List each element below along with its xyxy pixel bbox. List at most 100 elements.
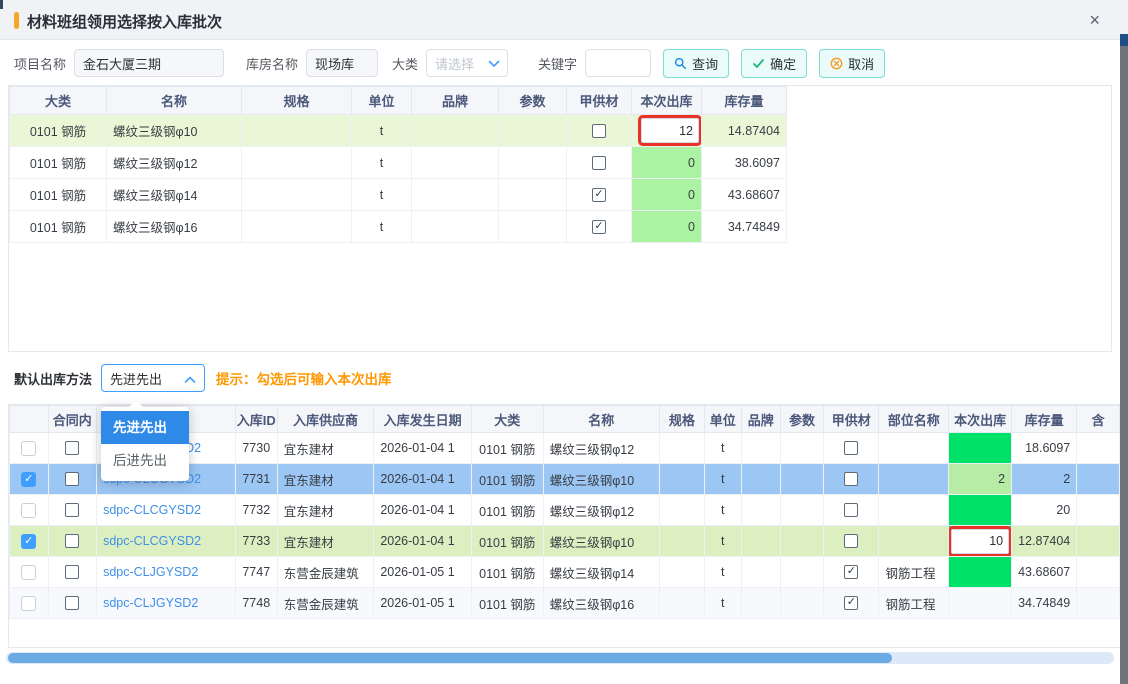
cell-id: 7747 [235,557,277,588]
checkbox-unchecked-icon[interactable] [65,596,79,610]
cell-stock: 2 [1012,464,1077,495]
doc-number-link[interactable]: sdpc-CLCGYSD2 [103,503,201,517]
cell-date: 2026-01-04 1 [374,433,472,464]
checkbox-unchecked-icon[interactable] [65,503,79,517]
column-header: 甲供材 [824,406,879,433]
category-select[interactable]: 请选择 [426,49,508,77]
checkbox-unchecked-icon[interactable] [592,156,606,170]
column-header: 单位 [352,87,412,115]
row-checkbox[interactable] [21,441,36,456]
column-header: 入库ID [235,406,277,433]
cell-brand [741,464,780,495]
cell-supplier: 宜东建材 [277,433,374,464]
cell-spec [659,557,704,588]
cell-part: 钢筋工程 [879,557,949,588]
table-row: sdpc-CLJGYSD27747东营金辰建筑2026-01-05 10101 … [10,557,1120,588]
project-name-label: 项目名称 [14,54,66,73]
cell-stock: 12.87404 [1012,526,1077,557]
close-icon[interactable]: × [1089,10,1100,30]
row-checkbox-checked[interactable]: ✓ [21,472,36,487]
cell-contract [48,433,97,464]
checkbox-unchecked-icon[interactable] [844,503,858,517]
cell-category: 0101 钢筋 [471,526,543,557]
column-header: 入库供应商 [277,406,374,433]
cell-part [879,464,949,495]
cell-selected [10,433,49,464]
checkbox-unchecked-icon[interactable] [65,441,79,455]
category-label: 大类 [392,54,418,73]
scrollbar-thumb[interactable] [8,653,892,663]
confirm-button[interactable]: 确定 [741,49,807,78]
cell-qty [949,557,1012,588]
search-icon [674,57,687,70]
table-row: 0101 钢筋螺纹三级钢φ10t14.87404 [10,115,787,147]
cell-brand [741,588,780,619]
checkbox-unchecked-icon[interactable] [65,534,79,548]
default-method-label: 默认出库方法 [14,369,92,388]
cell-spec [242,179,352,211]
checkbox-unchecked-icon[interactable] [65,565,79,579]
cell-supplied: ✓ [567,179,632,211]
cell-param [780,464,823,495]
dropdown-option-lifo[interactable]: 后进先出 [101,444,189,477]
cell-brand [741,557,780,588]
doc-number-link[interactable]: sdpc-CLJGYSD2 [103,596,198,610]
row-checkbox[interactable] [21,503,36,518]
cell-id: 7732 [235,495,277,526]
column-header: 名称 [107,87,242,115]
window-edge-navy [1120,34,1128,46]
checkbox-checked-icon[interactable]: ✓ [592,220,606,234]
checkbox-unchecked-icon[interactable] [844,534,858,548]
cell-qty [949,588,1012,619]
cell-unit: t [352,147,412,179]
cell-brand [412,211,499,243]
checkbox-unchecked-icon[interactable] [65,472,79,486]
checkbox-unchecked-icon[interactable] [592,124,606,138]
table-row: 0101 钢筋螺纹三级钢φ16t✓034.74849 [10,211,787,243]
cell-category: 0101 钢筋 [10,179,107,211]
cell-supplied [824,495,879,526]
cell-name: 螺纹三级钢φ10 [543,464,659,495]
row-checkbox-checked[interactable]: ✓ [21,534,36,549]
column-header: 规格 [659,406,704,433]
cell-supplied [567,147,632,179]
checkbox-checked-icon[interactable]: ✓ [844,596,858,610]
cell-date: 2026-01-05 1 [374,588,472,619]
horizontal-scrollbar[interactable] [6,652,1114,664]
warehouse-name-label: 库房名称 [246,54,298,73]
cell-brand [741,433,780,464]
hint-text: 提示：勾选后可输入本次出库 [216,368,392,388]
keyword-label: 关键字 [538,54,577,73]
cell-id: 7731 [235,464,277,495]
checkbox-checked-icon[interactable]: ✓ [844,565,858,579]
qty-input[interactable] [951,529,1009,554]
dropdown-option-fifo[interactable]: 先进先出 [101,411,189,444]
column-header: 入库发生日期 [374,406,472,433]
row-checkbox[interactable] [21,565,36,580]
cancel-button[interactable]: 取消 [819,49,885,78]
cell-spec [659,495,704,526]
column-header: 库存量 [1012,406,1077,433]
warehouse-name-field[interactable] [306,49,378,77]
window-corner-sliver [0,0,3,9]
checkbox-unchecked-icon[interactable] [844,441,858,455]
project-name-field[interactable] [74,49,224,77]
qty-input[interactable] [641,118,699,143]
query-button[interactable]: 查询 [663,49,729,78]
doc-number-link[interactable]: sdpc-CLJGYSD2 [103,565,198,579]
checkbox-unchecked-icon[interactable] [844,472,858,486]
column-header: 含 [1077,406,1120,433]
cell-tail [1077,557,1120,588]
cell-stock: 14.87404 [702,115,787,147]
default-method-select[interactable]: 先进先出 [101,364,205,392]
table-row: 0101 钢筋螺纹三级钢φ12t038.6097 [10,147,787,179]
keyword-input[interactable] [585,49,651,77]
checkbox-checked-icon[interactable]: ✓ [592,188,606,202]
doc-number-link[interactable]: sdpc-CLCGYSD2 [103,534,201,548]
cell-qty [949,495,1012,526]
default-method-value: 先进先出 [110,369,162,388]
cell-part [879,433,949,464]
cell-tail [1077,588,1120,619]
row-checkbox[interactable] [21,596,36,611]
cell-unit: t [704,557,741,588]
